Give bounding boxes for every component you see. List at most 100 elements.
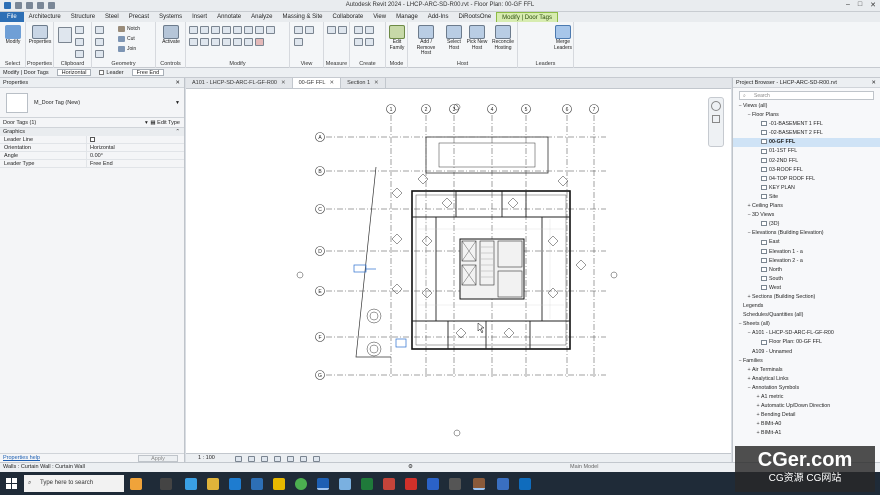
browser-tree-item[interactable]: +Bending Detail (733, 411, 880, 420)
align-icon[interactable] (189, 26, 198, 34)
browser-tree-item[interactable]: +Analytical Links (733, 375, 880, 384)
cut-geometry-button[interactable]: Cut (118, 36, 135, 42)
edit-type-button[interactable]: ▦ Edit Type (150, 118, 180, 128)
view-tab[interactable]: Section 1 ✕ (341, 78, 386, 88)
browser-tree-item[interactable]: -02-BASEMENT 2 FFL (733, 129, 880, 138)
grid-bubble[interactable]: 6 (562, 104, 572, 114)
browser-tree-item[interactable]: KEY PLAN (733, 184, 880, 193)
ribbon-tab[interactable]: Massing & Site (277, 12, 327, 22)
browser-tree-item[interactable]: +Ceiling Plans (733, 202, 880, 211)
pin-icon[interactable] (255, 26, 264, 34)
browser-tree-item[interactable]: −3D Views (733, 211, 880, 220)
split-face-icon[interactable] (95, 50, 104, 58)
browser-tree-item[interactable]: +BIMit-A0 (733, 420, 880, 429)
create-group-icon[interactable] (354, 38, 363, 46)
browser-tree-item[interactable]: 04-TOP ROOF FFL (733, 175, 880, 184)
delete-icon[interactable] (255, 38, 264, 46)
browser-tree-item[interactable]: −Families (733, 357, 880, 366)
photos-icon[interactable] (339, 478, 351, 490)
create-parts-icon[interactable] (365, 26, 374, 34)
ribbon-tab[interactable]: Systems (154, 12, 187, 22)
mail-icon[interactable] (229, 478, 241, 490)
ribbon-tab[interactable]: Analyze (246, 12, 277, 22)
measure-icon[interactable] (327, 26, 336, 34)
zoom-icon[interactable] (712, 115, 720, 123)
edge-icon[interactable] (185, 478, 197, 490)
copy-element-icon[interactable] (200, 38, 209, 46)
array-icon[interactable] (233, 38, 242, 46)
browser-search-input[interactable]: ⌕ Search (739, 91, 874, 100)
cut-icon[interactable] (75, 26, 84, 34)
ribbon-tab[interactable]: File (0, 12, 24, 22)
windows-start-icon[interactable] (6, 478, 17, 489)
close-icon[interactable]: ✕ (175, 78, 180, 88)
browser-tree-item[interactable]: +BIMit-A1 (733, 429, 880, 438)
sticky-notes-icon[interactable] (273, 478, 285, 490)
mirror-axis-icon[interactable] (211, 26, 220, 34)
ribbon-tab[interactable]: DiRootsOne (453, 12, 496, 22)
excel-icon[interactable] (361, 478, 373, 490)
close-icon[interactable]: ✕ (329, 80, 334, 86)
grid-bubble[interactable]: E (315, 286, 325, 296)
edit-family-button[interactable]: Edit Family (385, 25, 409, 51)
browser-tree-item[interactable]: Elevation 1 - a (733, 248, 880, 257)
properties-help-link[interactable]: Properties help (3, 455, 40, 461)
checkbox-icon[interactable] (90, 137, 95, 142)
navigation-bar[interactable] (708, 97, 724, 147)
browser-tree-item[interactable]: -01-BASEMENT 1 FFL (733, 120, 880, 129)
property-value[interactable]: 0.00° (86, 152, 184, 159)
property-value[interactable] (86, 136, 184, 143)
graphics-section[interactable]: Graphics ⌃ (0, 128, 184, 136)
grid-bubble[interactable]: 5 (521, 104, 531, 114)
grid-bubble[interactable]: B (315, 166, 325, 176)
browser-tree-item[interactable]: 03-ROOF FFL (733, 166, 880, 175)
create-similar-icon[interactable] (365, 38, 374, 46)
browser-tree-item[interactable]: −Views (all) (733, 102, 880, 111)
cope-icon[interactable] (95, 26, 104, 34)
create-assembly-icon[interactable] (354, 26, 363, 34)
linework-icon[interactable] (294, 38, 303, 46)
recorder-icon[interactable] (473, 478, 485, 490)
ribbon-tab[interactable]: Structure (66, 12, 100, 22)
view-tab[interactable]: 00-GF FFL ✕ (292, 78, 342, 88)
split-gap-icon[interactable] (244, 26, 253, 34)
split-icon[interactable] (233, 26, 242, 34)
merge-leaders-button[interactable]: Merge Leaders (552, 25, 574, 51)
grid-bubble[interactable]: C (315, 204, 325, 214)
view-scale[interactable]: 1 : 100 (198, 455, 215, 461)
grid-bubble[interactable]: F (315, 332, 325, 342)
maximize-icon[interactable]: □ (858, 1, 862, 9)
task-view-icon[interactable] (160, 478, 172, 490)
browser-tree-item[interactable]: −Floor Plans (733, 111, 880, 120)
dimension-icon[interactable] (338, 26, 347, 34)
worksets-icon[interactable]: ⚙ (408, 464, 413, 470)
mirror-draw-icon[interactable] (222, 26, 231, 34)
unpin-icon[interactable] (266, 26, 275, 34)
grid-bubble[interactable]: D (315, 246, 325, 256)
browser-tree-item[interactable]: {3D} (733, 220, 880, 229)
close-icon[interactable]: ✕ (374, 80, 379, 86)
type-selector[interactable]: M_Door Tag (New) ▼ (0, 88, 184, 118)
close-icon[interactable]: ✕ (870, 1, 876, 9)
browser-tree-item[interactable]: A109 - Unnamed (733, 348, 880, 357)
scale-icon[interactable] (244, 38, 253, 46)
ribbon-tab[interactable]: Architecture (24, 12, 66, 22)
browser-tree-item[interactable]: Elevation 2 - a (733, 257, 880, 266)
select-host-button[interactable]: Select Host (444, 25, 464, 51)
browser-tree-item[interactable]: +Air Terminals (733, 366, 880, 375)
instance-filter[interactable]: Door Tags (1) ▾ ▦ Edit Type (0, 118, 184, 128)
acrobat-icon[interactable] (405, 478, 417, 490)
browser-tree-item[interactable]: +A1 metric (733, 393, 880, 402)
drawing-canvas[interactable]: 1234567ABCDEFG (186, 89, 731, 453)
browser-tree-item[interactable]: +Automatic Up/Down Direction (733, 402, 880, 411)
copy-icon[interactable] (75, 38, 84, 46)
browser-tree-item[interactable]: Site (733, 193, 880, 202)
leader-mode-select[interactable]: Free End (131, 69, 165, 76)
property-value[interactable]: Horizontal (86, 144, 184, 151)
browser-tree-item[interactable]: −Sheets (all) (733, 320, 880, 329)
notch-button[interactable]: Notch (118, 26, 140, 32)
ribbon-tab[interactable]: Add-Ins (423, 12, 454, 22)
hide-icon[interactable] (294, 26, 303, 34)
browser-tree-item[interactable]: West (733, 284, 880, 293)
elevation-markers[interactable] (296, 103, 618, 437)
